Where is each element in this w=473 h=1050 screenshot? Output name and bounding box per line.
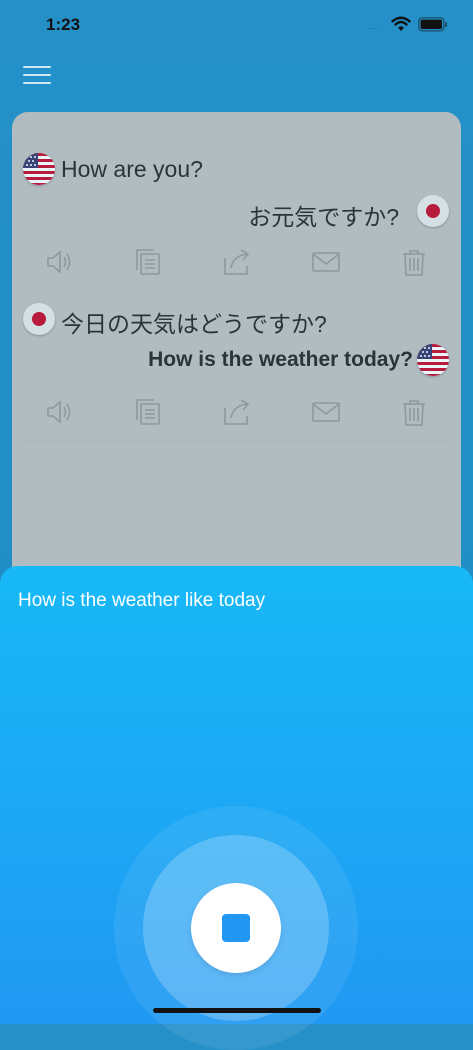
home-indicator (153, 1008, 321, 1013)
copy-icon[interactable] (132, 396, 164, 428)
speaker-icon[interactable] (43, 246, 75, 278)
cellular-signal-icon: ···· (367, 24, 382, 33)
translated-text: お元気ですか? (248, 204, 399, 230)
entry-divider (22, 291, 450, 292)
speaker-icon[interactable] (43, 396, 75, 428)
stop-recording-button[interactable] (191, 883, 281, 973)
japan-flag-icon (23, 303, 55, 335)
us-flag-icon (23, 153, 55, 185)
wifi-icon (391, 16, 411, 31)
share-icon[interactable] (221, 396, 253, 428)
japan-flag-icon (417, 195, 449, 227)
mail-icon[interactable] (310, 396, 342, 428)
share-icon[interactable] (221, 246, 253, 278)
message-actions (12, 246, 461, 286)
entry-divider (22, 440, 450, 441)
stop-icon (222, 914, 250, 942)
source-text: 今日の天気はどうですか? (61, 311, 327, 337)
status-time: 1:23 (46, 15, 81, 34)
us-flag-icon (417, 344, 449, 376)
trash-icon[interactable] (398, 396, 430, 428)
voice-input-sheet: How is the weather like today (0, 566, 473, 1050)
message-actions (12, 396, 461, 436)
hamburger-menu-icon[interactable] (23, 66, 51, 86)
conversation-card: How are you? お元気ですか? 今日の天気はどうですか? How is… (12, 112, 461, 612)
battery-icon (418, 17, 447, 32)
source-text: How are you? (61, 156, 203, 182)
status-bar: 1:23 ···· (0, 0, 473, 52)
translated-text: How is the weather today? (148, 348, 413, 371)
recognized-speech-text: How is the weather like today (18, 590, 266, 611)
mail-icon[interactable] (310, 246, 342, 278)
copy-icon[interactable] (132, 246, 164, 278)
trash-icon[interactable] (398, 246, 430, 278)
